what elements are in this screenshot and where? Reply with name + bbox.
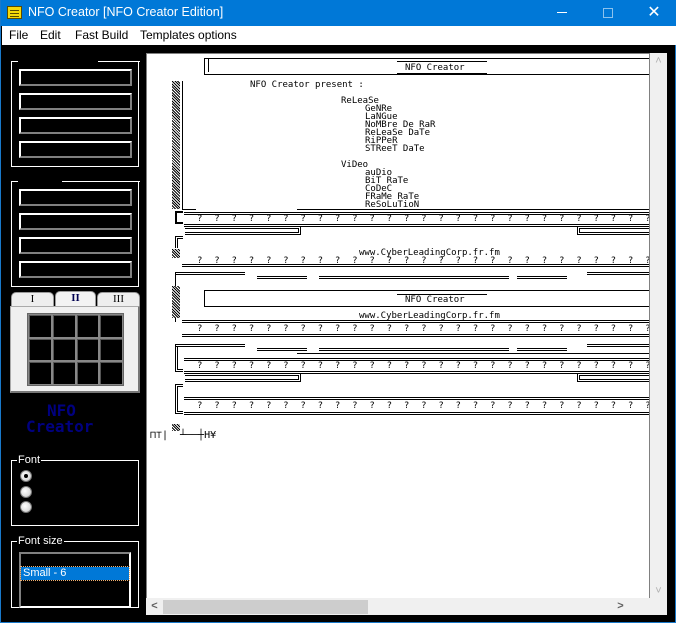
scroll-up-icon[interactable]: ˄ <box>650 53 667 70</box>
text-field-7[interactable] <box>19 237 132 254</box>
footer-glyphs: ⊓⊤| <box>150 430 169 441</box>
window-title: NFO Creator [NFO Creator Edition] <box>28 5 224 19</box>
menu-templates-options[interactable]: Templates options <box>140 28 237 42</box>
release-field: STReeT DaTe <box>365 144 425 154</box>
close-button[interactable]: ✕ <box>631 0 676 26</box>
menu-bar: File Edit Fast Build Templates options <box>2 26 676 45</box>
scroll-right-icon[interactable]: > <box>612 598 629 615</box>
tab-i[interactable]: I <box>11 292 54 306</box>
nfo-creator-logo: NFO Creator <box>26 401 94 436</box>
font-radio-1[interactable] <box>20 470 32 482</box>
sidebar: I II III NFO Creator Font Font size Smal… <box>2 45 144 622</box>
title-bar[interactable]: NFO Creator [NFO Creator Edition] ✕ <box>1 0 676 26</box>
font-size-listbox[interactable]: Small - 6 <box>19 552 131 608</box>
hatch-pattern <box>172 424 180 431</box>
font-size-group: Font size Small - 6 <box>11 535 139 608</box>
template-cell[interactable] <box>76 362 99 384</box>
text-field-5[interactable] <box>19 189 132 206</box>
field-group-1 <box>11 61 140 167</box>
hatch-pattern <box>172 249 180 258</box>
menu-edit[interactable]: Edit <box>40 28 61 42</box>
font-radio-3[interactable] <box>20 501 32 513</box>
scroll-corner <box>650 598 667 615</box>
question-row: ? ? ? ? ? ? ? ? ? ? ? ? ? ? ? ? ? ? ? ? … <box>197 401 649 411</box>
header-title-2: NFO Creator <box>405 295 465 305</box>
horizontal-scrollbar[interactable]: < > <box>146 598 650 615</box>
template-cell[interactable] <box>76 315 99 337</box>
question-row: ? ? ? ? ? ? ? ? ? ? ? ? ? ? ? ? ? ? ? ? … <box>197 361 649 371</box>
hatch-pattern <box>172 81 180 209</box>
field-group-2 <box>11 181 140 287</box>
font-group-legend: Font <box>17 454 42 466</box>
template-cell[interactable] <box>29 315 51 337</box>
template-grid <box>27 313 124 386</box>
scroll-left-icon[interactable]: < <box>146 598 163 615</box>
question-row: ? ? ? ? ? ? ? ? ? ? ? ? ? ? ? ? ? ? ? ? … <box>197 214 649 224</box>
font-size-legend: Font size <box>17 535 64 547</box>
close-icon: ✕ <box>647 4 661 21</box>
present-line: NFO Creator present : <box>250 80 364 90</box>
app-window: NFO Creator [NFO Creator Edition] ✕ File… <box>0 0 676 623</box>
menu-file[interactable]: File <box>9 28 28 42</box>
hatch-pattern <box>172 286 180 318</box>
template-tabs: I II III <box>10 291 140 393</box>
vertical-scrollbar[interactable]: ˄ ˅ <box>650 53 667 600</box>
font-size-option-selected[interactable]: Small - 6 <box>20 566 130 581</box>
template-cell[interactable] <box>52 338 75 361</box>
text-field-4[interactable] <box>19 141 132 158</box>
text-field-1[interactable] <box>19 69 132 86</box>
horizontal-scroll-thumb[interactable] <box>163 600 368 614</box>
template-cell[interactable] <box>52 315 75 337</box>
text-field-8[interactable] <box>19 261 132 278</box>
text-field-3[interactable] <box>19 117 132 134</box>
maximize-icon <box>603 8 613 18</box>
header-title: NFO Creator <box>405 63 465 73</box>
template-cell[interactable] <box>100 338 122 361</box>
text-field-6[interactable] <box>19 213 132 230</box>
nfo-editor[interactable]: NFO Creator NFO Creator present : ReLeaS… <box>146 53 650 600</box>
template-cell[interactable] <box>100 315 122 337</box>
template-cell[interactable] <box>52 362 75 384</box>
font-radio-2[interactable] <box>20 486 32 498</box>
menu-fast-build[interactable]: Fast Build <box>75 28 128 42</box>
tab-panel <box>10 306 140 393</box>
tab-iii[interactable]: III <box>97 292 140 306</box>
template-cell[interactable] <box>100 362 122 384</box>
template-cell[interactable] <box>29 362 51 384</box>
tab-ii[interactable]: II <box>55 291 96 307</box>
text-field-2[interactable] <box>19 93 132 110</box>
question-row: ? ? ? ? ? ? ? ? ? ? ? ? ? ? ? ? ? ? ? ? … <box>197 324 649 334</box>
app-icon <box>7 6 22 19</box>
video-field: ReSoLuTioN <box>365 200 420 210</box>
template-cell[interactable] <box>76 338 99 361</box>
minimize-icon <box>557 12 567 13</box>
maximize-button[interactable] <box>585 0 631 26</box>
font-group: Font <box>11 454 139 526</box>
footer-glyphs-2: ┴──┼H¥ <box>180 430 217 441</box>
minimize-button[interactable] <box>539 0 585 26</box>
url-line-2: www.CyberLeadingCorp.fr.fm <box>359 311 500 321</box>
template-cell[interactable] <box>29 338 51 361</box>
